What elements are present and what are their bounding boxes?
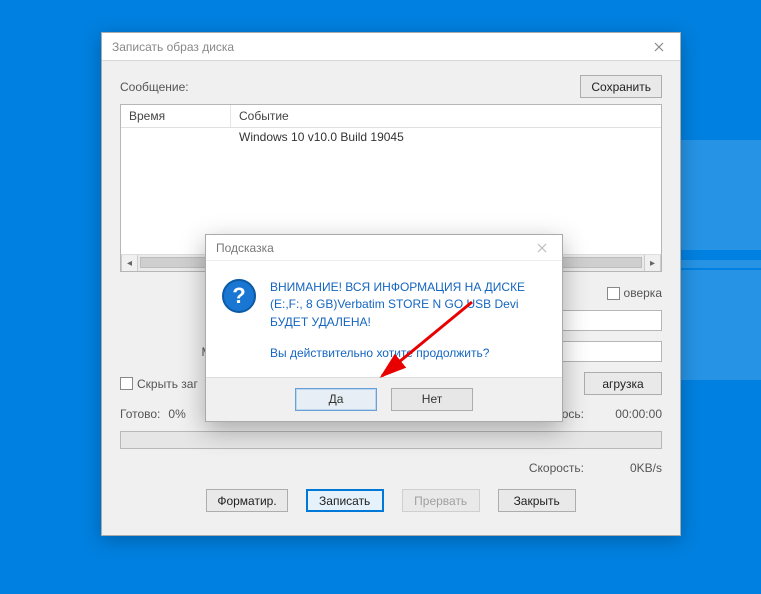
scroll-right-button[interactable]: ▸	[644, 255, 661, 271]
dialog-yes-button[interactable]: Да	[295, 388, 377, 411]
format-button[interactable]: Форматир.	[206, 489, 287, 512]
hide-boot-checkbox[interactable]	[120, 377, 133, 390]
close-icon	[654, 42, 664, 52]
dialog-warning-text: ВНИМАНИЕ! ВСЯ ИНФОРМАЦИЯ НА ДИСКЕ (E:,F:…	[270, 279, 546, 331]
speed-label: Скорость:	[529, 461, 584, 475]
write-button[interactable]: Записать	[306, 489, 384, 512]
hide-boot-label: Скрыть заг	[137, 377, 198, 391]
window-titlebar[interactable]: Записать образ диска	[102, 33, 680, 61]
dialog-close-button[interactable]	[522, 235, 562, 261]
log-header: Время Событие	[121, 105, 661, 128]
close-icon	[537, 243, 547, 253]
verify-checkbox-row[interactable]: оверка	[607, 286, 662, 300]
col-header-time[interactable]: Время	[121, 105, 231, 127]
boot-button[interactable]: агрузка	[584, 372, 662, 395]
abort-button: Прервать	[402, 489, 480, 512]
remaining-value: 00:00:00	[592, 407, 662, 421]
verify-checkbox[interactable]	[607, 287, 620, 300]
window-title: Записать образ диска	[112, 40, 234, 54]
log-row: Windows 10 v10.0 Build 19045	[121, 128, 661, 146]
save-log-button[interactable]: Сохранить	[580, 75, 662, 98]
dialog-no-button[interactable]: Нет	[391, 388, 473, 411]
ready-label: Готово:	[120, 407, 160, 421]
progress-bar	[120, 431, 662, 449]
verify-label: оверка	[624, 286, 662, 300]
close-button[interactable]: Закрыть	[498, 489, 576, 512]
log-event-cell: Windows 10 v10.0 Build 19045	[231, 128, 661, 146]
dialog-confirm-text: Вы действительно хотите продолжить?	[270, 345, 546, 362]
dialog-message: ВНИМАНИЕ! ВСЯ ИНФОРМАЦИЯ НА ДИСКЕ (E:,F:…	[270, 279, 546, 363]
message-label: Сообщение:	[120, 80, 189, 94]
speed-value: 0KB/s	[592, 461, 662, 475]
confirm-dialog: Подсказка ? ВНИМАНИЕ! ВСЯ ИНФОРМАЦИЯ НА …	[205, 234, 563, 422]
window-close-button[interactable]	[638, 33, 680, 61]
log-time-cell	[121, 128, 231, 146]
dialog-title: Подсказка	[216, 241, 274, 255]
scroll-left-button[interactable]: ◂	[121, 255, 138, 271]
question-icon: ?	[222, 279, 256, 313]
col-header-event[interactable]: Событие	[231, 105, 661, 127]
hide-boot-checkbox-row[interactable]: Скрыть заг	[120, 377, 198, 391]
dialog-titlebar[interactable]: Подсказка	[206, 235, 562, 261]
